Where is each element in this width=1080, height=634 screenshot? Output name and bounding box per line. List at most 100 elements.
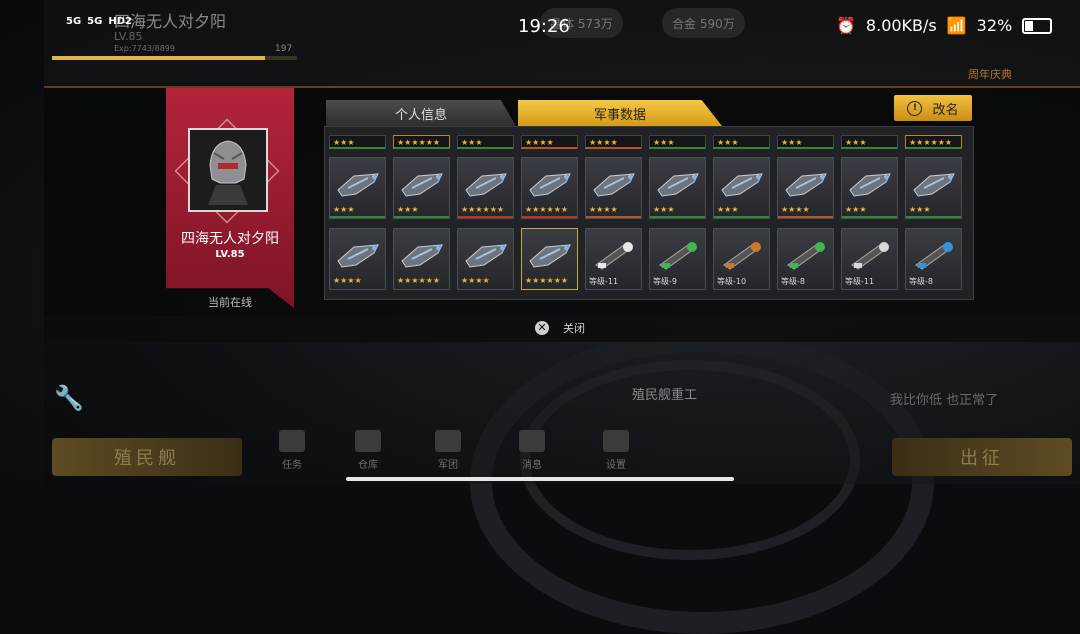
- star-rating: ★★★★★★: [525, 276, 569, 285]
- ship-slot[interactable]: ★★★: [841, 157, 898, 219]
- fleet-slot-top[interactable]: ★★★: [713, 135, 770, 149]
- rename-button[interactable]: ! 改名: [894, 95, 972, 121]
- weapon-icon: [595, 242, 633, 270]
- fleet-slot-top[interactable]: ★★★: [841, 135, 898, 149]
- signal-icon: 5G: [66, 16, 82, 27]
- star-rating: ★★★★: [781, 205, 810, 214]
- home-indicator[interactable]: [346, 477, 734, 481]
- fleet-slot-top[interactable]: ★★★: [457, 135, 514, 149]
- colony-ship-button[interactable]: 殖民舰: [52, 438, 242, 476]
- messages-icon: [519, 430, 545, 452]
- fleet-slot-top[interactable]: ★★★★★★: [393, 135, 450, 149]
- ship-icon: [657, 173, 699, 197]
- star-rating: ★★★: [717, 205, 739, 214]
- star-rating: ★★★: [333, 205, 355, 214]
- nav-settings[interactable]: 设置: [586, 430, 646, 471]
- avatar: [188, 128, 268, 212]
- rarity-bar: [650, 216, 705, 218]
- status-bar: 5G 5G HD2 19:26 ⏰ 8.00KB/s 📶 32%: [0, 0, 1080, 56]
- tab-military-data[interactable]: 军事数据: [518, 100, 722, 126]
- ship-slot[interactable]: ★★★★★★: [521, 228, 578, 290]
- star-rating: ★★★: [909, 205, 931, 214]
- close-icon: ✕: [535, 321, 549, 335]
- rarity-bar: [522, 216, 577, 218]
- level-label: 等级-9: [653, 277, 677, 286]
- weapon-icon: [723, 242, 761, 270]
- ship-slot[interactable]: ★★★: [905, 157, 962, 219]
- helmet-icon: [208, 140, 248, 205]
- level-label: 等级-8: [781, 277, 805, 286]
- ship-slot[interactable]: ★★★★: [777, 157, 834, 219]
- weapon-slot[interactable]: 等级-8: [905, 228, 962, 290]
- star-rating: ★★★: [653, 205, 675, 214]
- fleet-row-top: ★★★ ★★★★★★ ★★★ ★★★★ ★★★★ ★★★ ★★★ ★★★ ★★★ ★★★★★★: [329, 135, 962, 149]
- alarm-icon: ⏰: [836, 16, 856, 35]
- tab-personal-info[interactable]: 个人信息: [326, 100, 516, 126]
- online-status: 当前在线: [208, 296, 252, 309]
- status-right: ⏰ 8.00KB/s 📶 32%: [836, 16, 1053, 35]
- ship-slot[interactable]: ★★★★: [585, 157, 642, 219]
- legion-icon: [435, 430, 461, 452]
- chat-preview[interactable]: 我比你低 也正常了: [890, 389, 998, 408]
- star-rating: ★★★★: [589, 205, 618, 214]
- fleet-row-1: ★★★ ★★★ ★★★★★★ ★★★★★★ ★★★★ ★★★ ★★★ ★★★★ …: [329, 157, 962, 219]
- ship-icon: [721, 173, 763, 197]
- fleet-slot-top[interactable]: ★★★: [329, 135, 386, 149]
- fleet-slot-top[interactable]: ★★★★: [585, 135, 642, 149]
- weapon-slot[interactable]: 等级-10: [713, 228, 770, 290]
- ship-slot[interactable]: ★★★★: [329, 228, 386, 290]
- ship-slot[interactable]: ★★★: [329, 157, 386, 219]
- ship-icon: [529, 173, 571, 197]
- event-anniversary[interactable]: 周年庆典: [968, 66, 1012, 82]
- nav-warehouse[interactable]: 仓库: [338, 430, 398, 471]
- hd-icon: HD2: [108, 16, 132, 27]
- hud-exp-bar: [52, 56, 297, 60]
- rarity-bar: [586, 216, 641, 218]
- profile-level: LV.85: [215, 249, 245, 260]
- deploy-button[interactable]: 出征: [892, 438, 1072, 476]
- net-speed: 8.00KB/s: [865, 16, 937, 35]
- battery-level: 32%: [976, 16, 1013, 35]
- star-rating: ★★★★: [333, 276, 362, 285]
- weapon-slot[interactable]: 等级-11: [585, 228, 642, 290]
- star-rating: ★★★: [845, 205, 867, 214]
- nav-missions[interactable]: 任务: [262, 430, 322, 471]
- level-label: 等级-8: [909, 277, 933, 286]
- ship-icon: [401, 244, 443, 268]
- signal-indicators: 5G 5G HD2: [66, 16, 132, 27]
- ship-slot[interactable]: ★★★: [713, 157, 770, 219]
- ship-slot[interactable]: ★★★★★★: [521, 157, 578, 219]
- ship-icon: [593, 173, 635, 197]
- clock: 19:26: [518, 16, 570, 37]
- weapon-slot[interactable]: 等级-9: [649, 228, 706, 290]
- fleet-slot-top[interactable]: ★★★: [777, 135, 834, 149]
- ship-slot[interactable]: ★★★: [393, 157, 450, 219]
- rarity-bar: [394, 216, 449, 218]
- close-button[interactable]: ✕ 关闭: [535, 320, 585, 336]
- fleet-slot-top[interactable]: ★★★: [649, 135, 706, 149]
- rarity-bar: [842, 216, 897, 218]
- fleet-slot-top[interactable]: ★★★★: [521, 135, 578, 149]
- weapon-slot[interactable]: 等级-11: [841, 228, 898, 290]
- fleet-slot-top[interactable]: ★★★★★★: [905, 135, 962, 149]
- info-icon: !: [907, 100, 923, 116]
- ship-icon: [465, 173, 507, 197]
- warehouse-icon: [355, 430, 381, 452]
- weapon-icon: [787, 242, 825, 270]
- profile-name: 四海无人对夕阳: [181, 231, 279, 247]
- ship-slot[interactable]: ★★★★: [457, 228, 514, 290]
- station-label[interactable]: 殖民舰重工: [632, 384, 697, 403]
- nav-legion[interactable]: 军团: [418, 430, 478, 471]
- ship-slot[interactable]: ★★★★★★: [393, 228, 450, 290]
- rarity-bar: [458, 216, 513, 218]
- ship-icon: [465, 244, 507, 268]
- ship-icon: [785, 173, 827, 197]
- ship-slot[interactable]: ★★★★★★: [457, 157, 514, 219]
- ship-slot[interactable]: ★★★: [649, 157, 706, 219]
- nav-messages[interactable]: 消息: [502, 430, 562, 471]
- star-rating: ★★★★★★: [525, 205, 569, 214]
- wrench-icon[interactable]: 🔧: [54, 384, 84, 412]
- rarity-bar: [330, 216, 385, 218]
- weapon-slot[interactable]: 等级-8: [777, 228, 834, 290]
- missions-icon: [279, 430, 305, 452]
